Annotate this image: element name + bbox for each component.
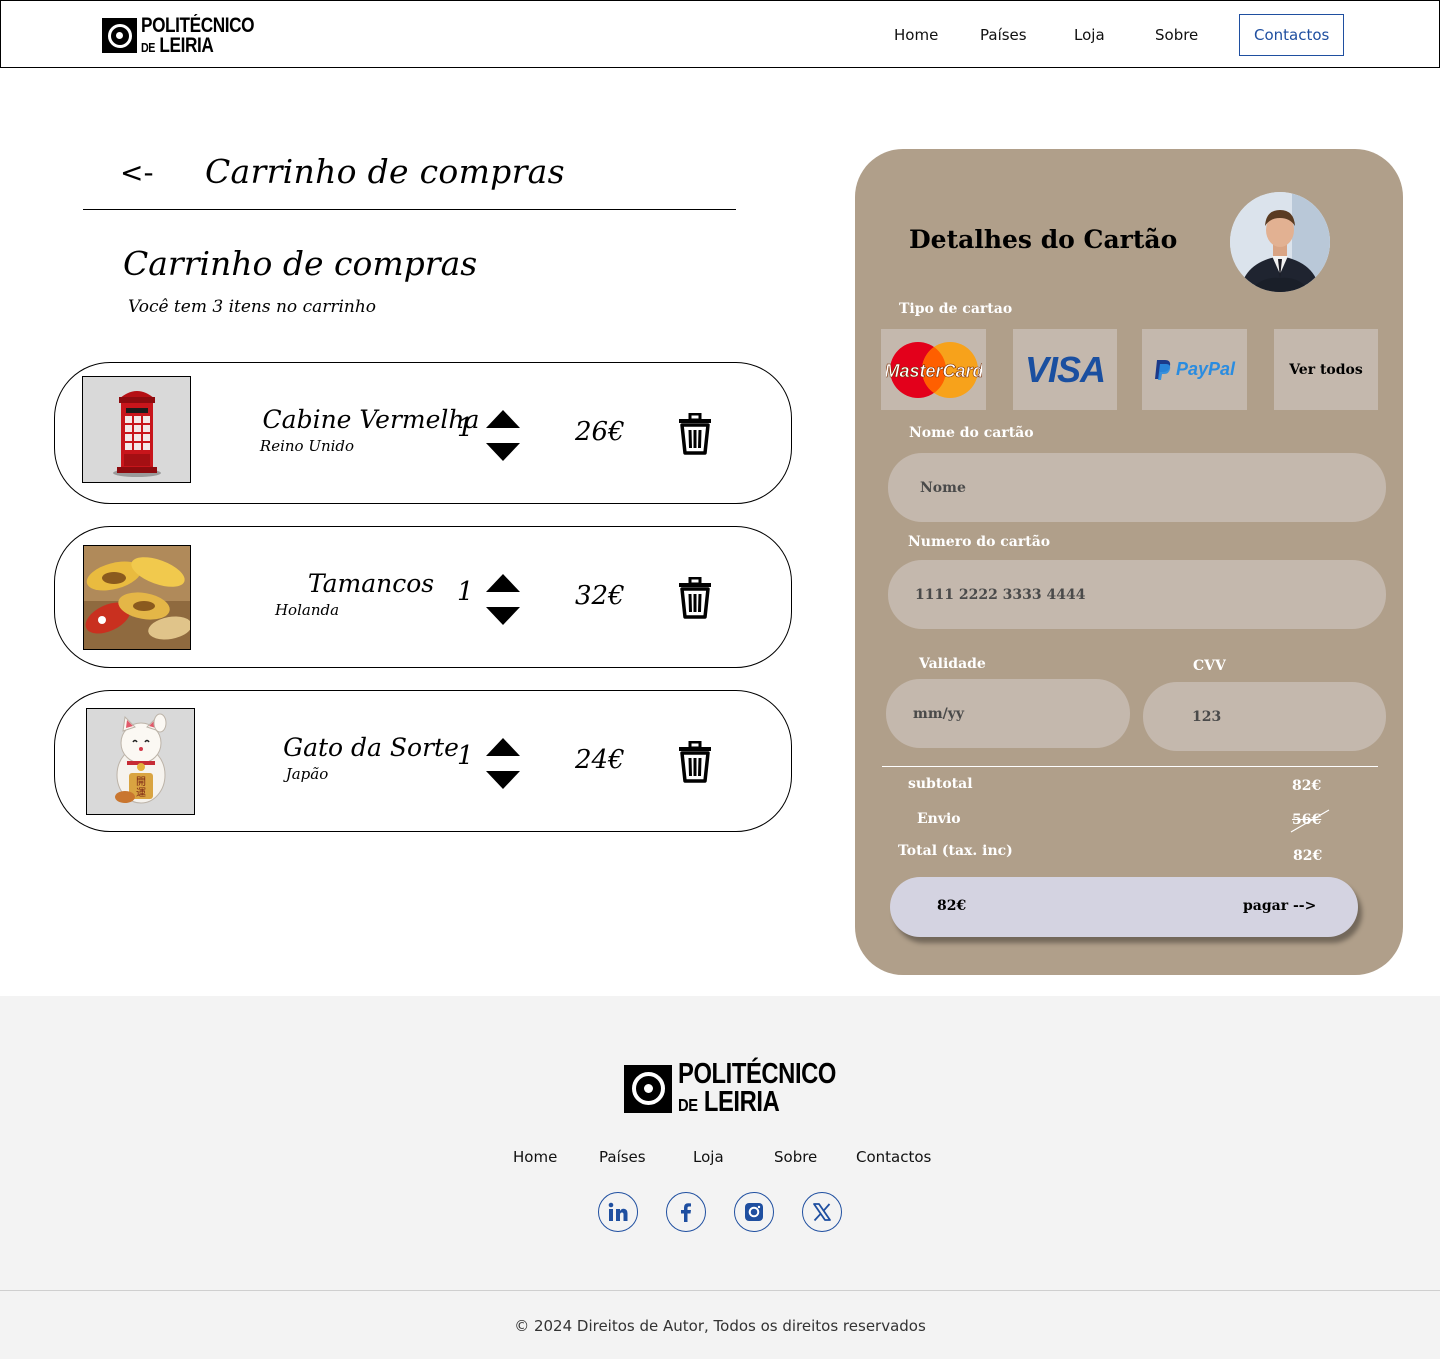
- instagram-icon[interactable]: [734, 1192, 774, 1232]
- divider: [0, 1290, 1440, 1291]
- cart-item-count: Você tem 3 itens no carrinho: [128, 297, 377, 317]
- paypal-option[interactable]: PayPal: [1142, 329, 1247, 410]
- divider: [882, 766, 1378, 767]
- footer-link-sobre[interactable]: Sobre: [774, 1148, 817, 1166]
- cart-item: Cabine Vermelha Reino Unido 1 26€: [54, 362, 792, 504]
- item-price: 26€: [575, 417, 625, 447]
- site-footer: POLITÉCNICO DE LEIRIA Home Países Loja S…: [0, 996, 1440, 1359]
- validity-field[interactable]: mm/yy: [886, 679, 1130, 748]
- quantity-decrease-icon[interactable]: [486, 443, 520, 461]
- item-quantity: 1: [457, 741, 474, 771]
- item-price: 24€: [575, 745, 625, 775]
- nav-paises[interactable]: Países: [980, 26, 1027, 44]
- card-details-title: Detalhes do Cartão: [909, 225, 1178, 254]
- logo-mark: [102, 18, 137, 54]
- site-header: POLITÉCNICO DE LEIRIA Home Países Loja S…: [0, 0, 1440, 68]
- quantity-increase-icon[interactable]: [486, 410, 520, 428]
- card-type-label: Tipo de cartao: [899, 301, 1013, 317]
- nav-sobre[interactable]: Sobre: [1155, 26, 1198, 44]
- card-details-panel: Detalhes do Cartão Tipo de cartao Master…: [855, 149, 1403, 975]
- quantity-increase-icon[interactable]: [486, 738, 520, 756]
- product-image-clogs: [83, 545, 191, 650]
- total-label: Total (tax. inc): [898, 843, 1013, 859]
- nav-loja[interactable]: Loja: [1074, 26, 1105, 44]
- shipping-label: Envio: [917, 811, 961, 827]
- visa-option[interactable]: VISA: [1013, 329, 1117, 410]
- back-button[interactable]: <-: [120, 156, 154, 189]
- pay-amount: 82€: [937, 898, 967, 914]
- avatar: [1230, 192, 1330, 292]
- logo[interactable]: POLITÉCNICO DE LEIRIA: [102, 14, 279, 57]
- item-name: Gato da Sorte: [283, 733, 459, 762]
- product-image-lucky-cat: 開 運: [86, 708, 195, 815]
- item-origin: Reino Unido: [259, 437, 355, 455]
- cvv-label: CVV: [1193, 658, 1226, 674]
- logo-text: POLITÉCNICO DE LEIRIA: [141, 14, 255, 57]
- quantity-increase-icon[interactable]: [486, 574, 520, 592]
- item-name: Tamancos: [307, 569, 435, 598]
- card-number-field[interactable]: 1111 2222 3333 4444: [888, 560, 1386, 629]
- subtotal-value: 82€: [1292, 778, 1322, 794]
- footer-link-contactos[interactable]: Contactos: [856, 1148, 931, 1166]
- nav-home[interactable]: Home: [894, 26, 938, 44]
- card-name-label: Nome do cartão: [909, 425, 1034, 441]
- quantity-decrease-icon[interactable]: [486, 607, 520, 625]
- footer-link-paises[interactable]: Países: [599, 1148, 646, 1166]
- item-price: 32€: [575, 581, 625, 611]
- item-origin: Japão: [285, 765, 329, 783]
- trash-icon[interactable]: [677, 413, 713, 455]
- product-image-phone-booth: [82, 376, 191, 483]
- item-quantity: 1: [457, 577, 474, 607]
- logo-text: POLITÉCNICO DE LEIRIA: [678, 1058, 836, 1118]
- card-name-field[interactable]: Nome: [888, 453, 1386, 522]
- linkedin-icon[interactable]: [598, 1192, 638, 1232]
- svg-text:MasterCard: MasterCard: [886, 361, 982, 381]
- page-title: Carrinho de compras: [205, 152, 565, 191]
- svg-text:運: 運: [136, 787, 146, 799]
- cart-title: Carrinho de compras: [123, 244, 478, 283]
- trash-icon[interactable]: [677, 577, 713, 619]
- divider: [83, 209, 736, 210]
- footer-link-home[interactable]: Home: [513, 1148, 557, 1166]
- trash-icon[interactable]: [677, 741, 713, 783]
- footer-link-loja[interactable]: Loja: [693, 1148, 724, 1166]
- view-all-cards-button[interactable]: Ver todos: [1274, 329, 1378, 410]
- facebook-icon[interactable]: [666, 1192, 706, 1232]
- cart-item: 開 運 Gato da Sorte Japão 1 24€: [54, 690, 792, 832]
- validity-label: Validade: [919, 656, 986, 672]
- nav-contactos[interactable]: Contactos: [1239, 14, 1345, 56]
- copyright-text: © 2024 Direitos de Autor, Todos os direi…: [514, 1317, 926, 1335]
- x-icon[interactable]: [802, 1192, 842, 1232]
- item-name: Cabine Vermelha: [262, 405, 480, 434]
- quantity-decrease-icon[interactable]: [486, 771, 520, 789]
- strikethrough-mark: [1290, 809, 1330, 833]
- svg-text:開: 開: [136, 776, 146, 788]
- cart-item: Tamancos Holanda 1 32€: [54, 526, 792, 668]
- footer-logo[interactable]: POLITÉCNICO DE LEIRIA: [624, 1058, 871, 1118]
- card-number-label: Numero do cartão: [908, 534, 1051, 550]
- item-quantity: 1: [457, 413, 474, 443]
- mastercard-option[interactable]: MasterCard: [881, 329, 986, 410]
- logo-mark: [624, 1064, 672, 1113]
- cvv-field[interactable]: 123: [1143, 682, 1386, 751]
- item-origin: Holanda: [274, 601, 340, 619]
- pay-label: pagar -->: [1243, 898, 1317, 914]
- total-value: 82€: [1293, 848, 1323, 864]
- pay-button[interactable]: 82€ pagar -->: [890, 877, 1358, 937]
- subtotal-label: subtotal: [908, 776, 973, 792]
